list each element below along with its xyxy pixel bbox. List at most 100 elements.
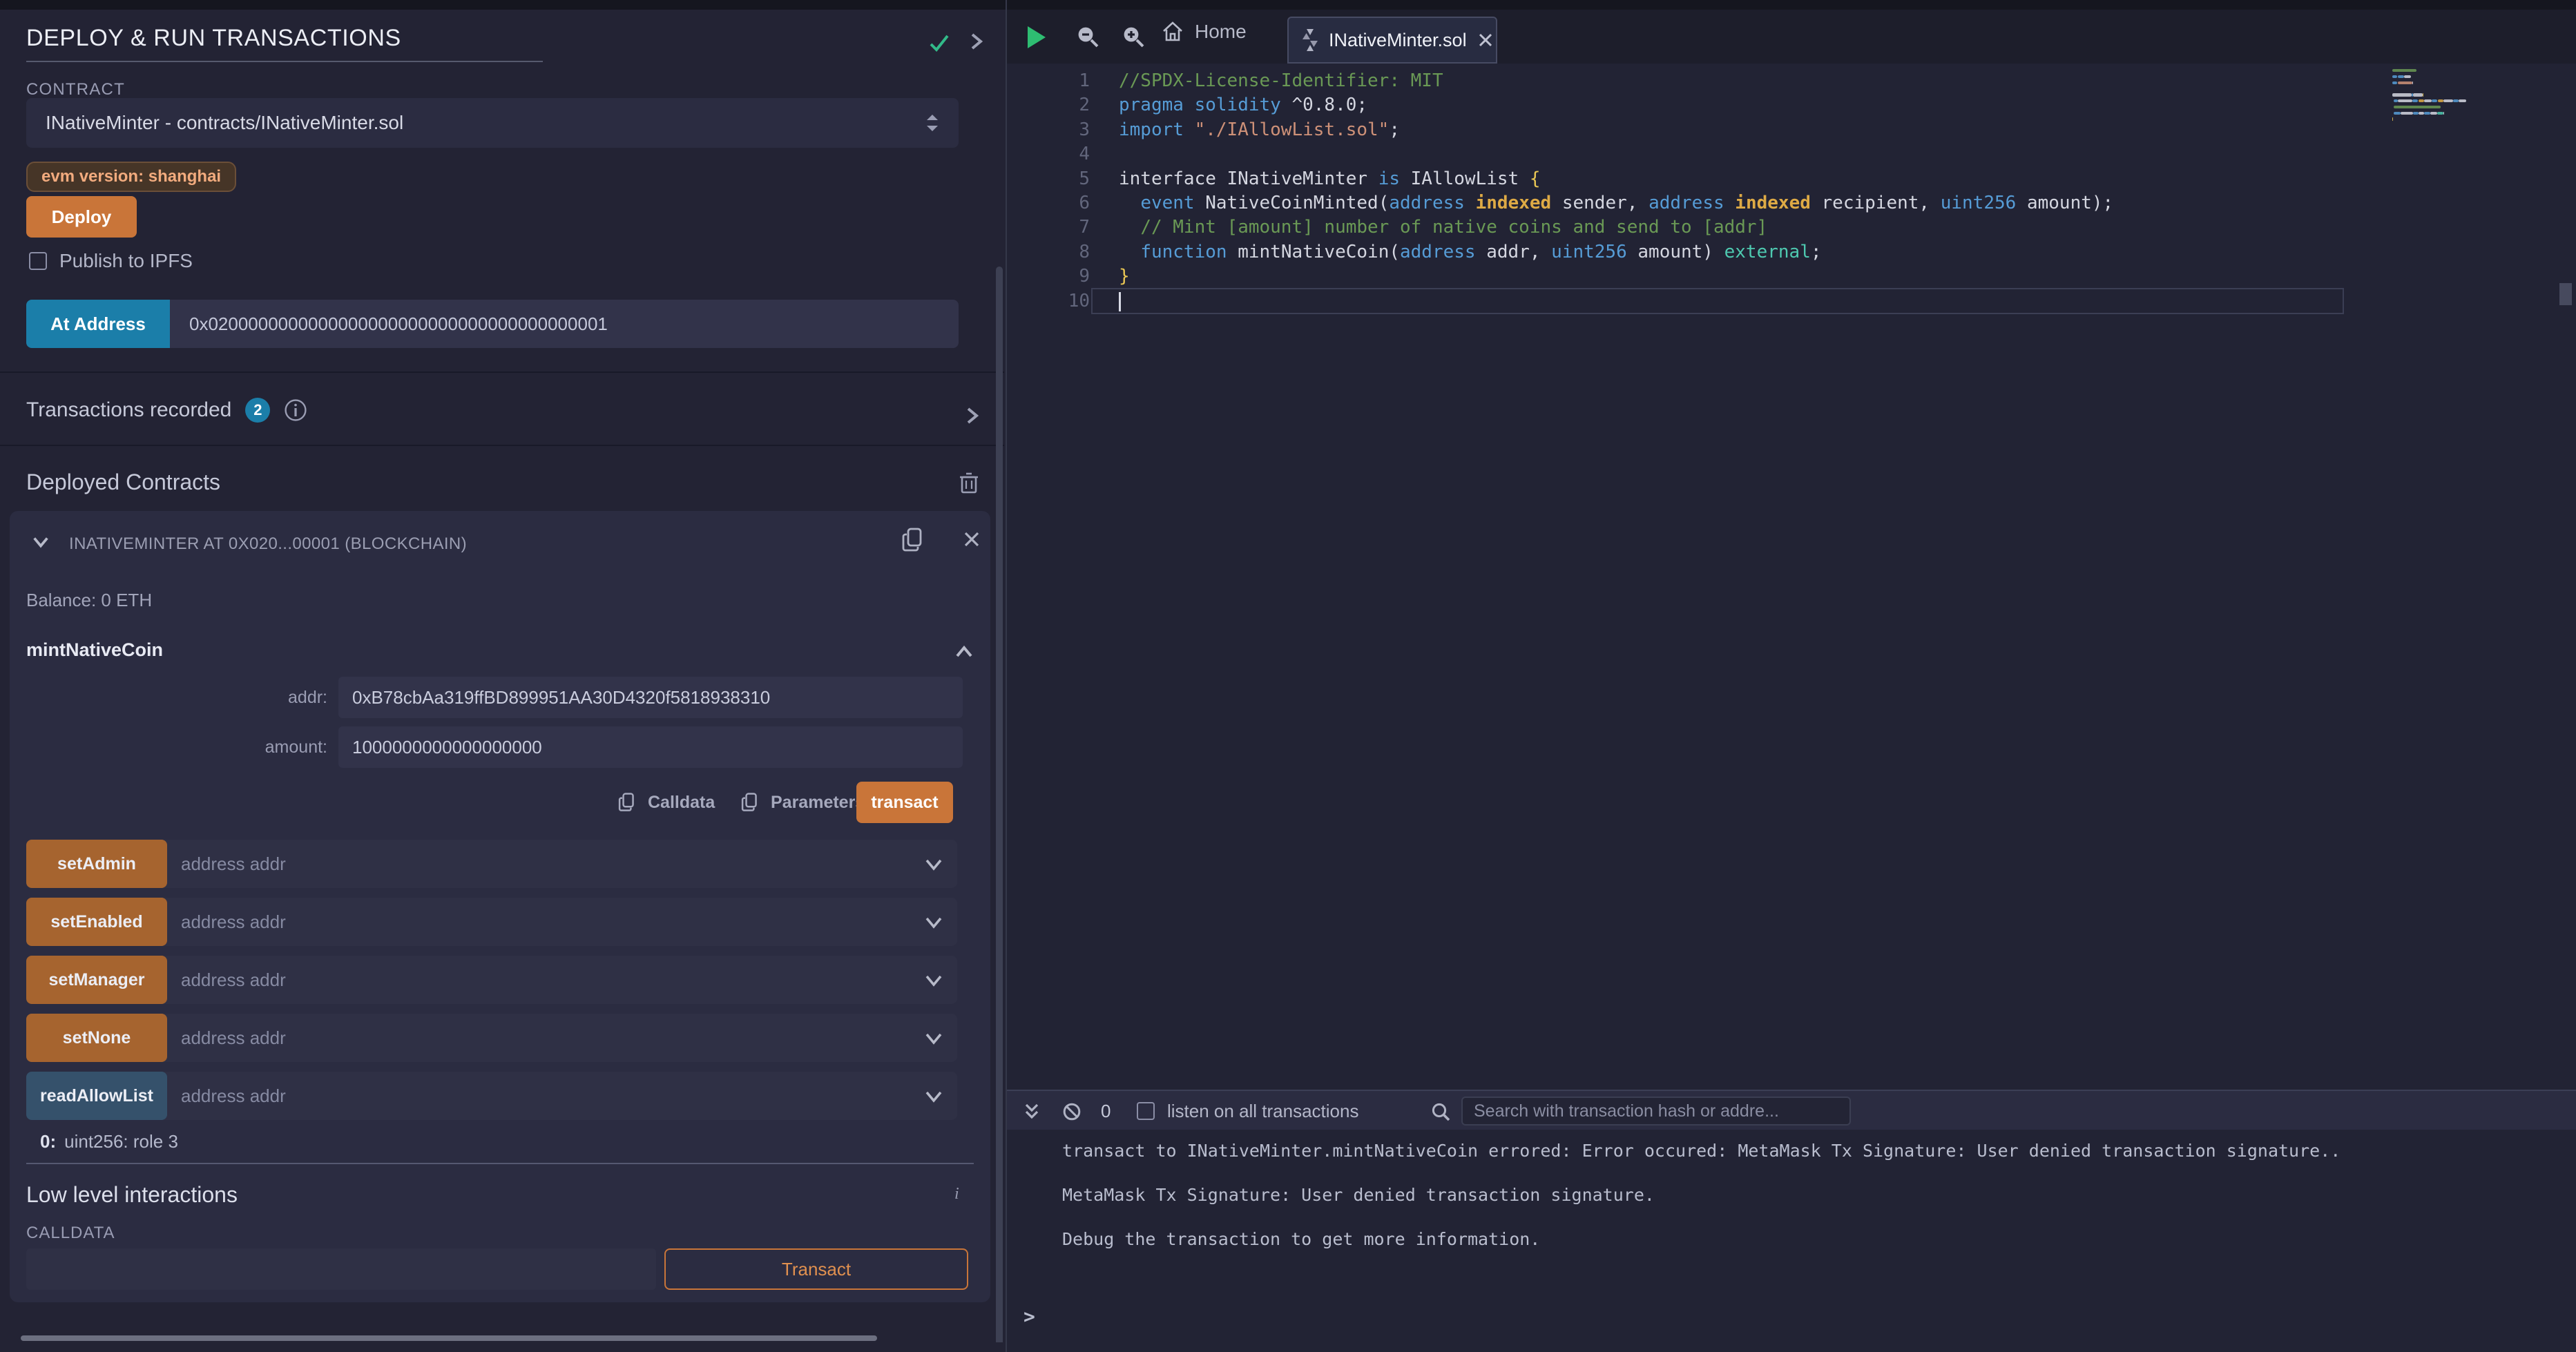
copy-address-icon[interactable] bbox=[901, 526, 925, 554]
function-setAdmin-button[interactable]: setAdmin bbox=[26, 840, 167, 888]
addr-field-input[interactable] bbox=[338, 677, 963, 718]
function-row: setEnabled bbox=[26, 898, 957, 946]
evm-version-badge: evm version: shanghai bbox=[26, 162, 236, 192]
code-line-3: import "./IAllowList.sol"; bbox=[1119, 118, 1400, 142]
minimap-segment bbox=[2392, 69, 2416, 72]
call-result: 0:uint256: role 3 bbox=[40, 1131, 178, 1152]
terminal-line: MetaMask Tx Signature: User denied trans… bbox=[1062, 1185, 1655, 1205]
minimap-segment bbox=[2419, 99, 2424, 102]
editor-tabbar: Home INativeMinter.sol bbox=[1007, 10, 2576, 64]
amount-field-input[interactable] bbox=[338, 726, 963, 768]
minimap-segment bbox=[2432, 99, 2437, 102]
contract-select-value: INativeMinter - contracts/INativeMinter.… bbox=[46, 112, 403, 134]
current-line-highlight bbox=[1091, 288, 2344, 314]
terminal-collapse-double-chevron-icon[interactable] bbox=[1022, 1102, 1041, 1121]
tab-close-icon[interactable] bbox=[1478, 32, 1493, 48]
terminal-line: transact to INativeMinter.mintNativeCoin… bbox=[1062, 1141, 2340, 1161]
minimap-segment bbox=[2459, 99, 2466, 102]
zoom-out-icon[interactable] bbox=[1076, 25, 1099, 48]
line-number: 9 bbox=[1035, 264, 1090, 289]
search-icon bbox=[1431, 1102, 1450, 1121]
function-readAllowList-button[interactable]: readAllowList bbox=[26, 1072, 167, 1120]
calldata-link-label: Calldata bbox=[648, 793, 715, 813]
tab-file-label: INativeMinter.sol bbox=[1329, 30, 1467, 51]
instance-collapse-chevron-down-icon[interactable] bbox=[32, 533, 50, 551]
minimap-segment bbox=[2424, 99, 2431, 102]
publish-ipfs-checkbox[interactable] bbox=[29, 252, 47, 270]
remix-ide-window: DEPLOY & RUN TRANSACTIONS CONTRACT INati… bbox=[0, 0, 2576, 1352]
function-setNone-input[interactable] bbox=[164, 1014, 957, 1062]
panel-horizontal-scrollbar[interactable] bbox=[21, 1335, 877, 1341]
function-setManager-button[interactable]: setManager bbox=[26, 956, 167, 1004]
open-function-name[interactable]: mintNativeCoin bbox=[26, 639, 163, 661]
instance-close-icon[interactable] bbox=[963, 530, 981, 548]
function-expand-chevron-icon[interactable] bbox=[924, 913, 943, 932]
function-expand-chevron-icon[interactable] bbox=[924, 1087, 943, 1106]
minimap-segment bbox=[2443, 99, 2453, 102]
minimap-segment bbox=[2398, 99, 2412, 102]
card-divider bbox=[26, 1163, 974, 1164]
tab-inativeminter-sol[interactable]: INativeMinter.sol bbox=[1287, 17, 1497, 64]
contract-select[interactable]: INativeMinter - contracts/INativeMinter.… bbox=[26, 98, 959, 148]
pending-tx-count: 0 bbox=[1101, 1101, 1111, 1122]
minimap[interactable] bbox=[2392, 69, 2558, 152]
calldata-input[interactable] bbox=[26, 1248, 656, 1290]
code-line-7: // Mint [amount] number of native coins … bbox=[1119, 215, 1767, 240]
open-function-chevron-up-icon[interactable] bbox=[954, 642, 974, 661]
line-number: 3 bbox=[1035, 118, 1090, 142]
listen-all-checkbox[interactable] bbox=[1137, 1102, 1155, 1120]
line-number: 2 bbox=[1035, 93, 1090, 117]
deployed-contract-card: INATIVEMINTER AT 0X020...00001 (BLOCKCHA… bbox=[10, 511, 990, 1302]
deploy-button[interactable]: Deploy bbox=[26, 196, 137, 238]
minimap-segment bbox=[2398, 75, 2404, 78]
panel-collapse-chevron-right-icon[interactable] bbox=[967, 32, 986, 51]
line-number: 5 bbox=[1035, 167, 1090, 191]
function-setEnabled-input[interactable] bbox=[164, 898, 957, 946]
panel-vertical-scrollbar[interactable] bbox=[996, 267, 1003, 1342]
terminal-search-input[interactable] bbox=[1461, 1097, 1851, 1126]
code-line-6: event NativeCoinMinted(address indexed s… bbox=[1119, 191, 2113, 215]
trash-icon[interactable] bbox=[959, 471, 979, 494]
at-address-button[interactable]: At Address bbox=[26, 300, 170, 348]
title-underline bbox=[26, 61, 543, 62]
transactions-recorded-label: Transactions recorded bbox=[26, 398, 231, 422]
run-script-play-icon[interactable] bbox=[1028, 26, 1046, 48]
minimap-segment bbox=[2394, 112, 2400, 115]
function-row: readAllowList bbox=[26, 1072, 957, 1120]
function-expand-chevron-icon[interactable] bbox=[924, 971, 943, 990]
tab-home[interactable]: Home bbox=[1162, 21, 1247, 43]
function-setEnabled-button[interactable]: setEnabled bbox=[26, 898, 167, 946]
transactions-expand-chevron-icon[interactable] bbox=[963, 406, 982, 425]
transactions-count-badge: 2 bbox=[245, 398, 270, 423]
terminal-prompt[interactable]: > bbox=[1023, 1305, 1035, 1328]
clear-console-ban-icon[interactable] bbox=[1062, 1102, 1082, 1121]
function-expand-chevron-icon[interactable] bbox=[924, 1029, 943, 1048]
minimap-segment bbox=[2412, 81, 2413, 84]
function-setAdmin-input[interactable] bbox=[164, 840, 957, 888]
parameters-copy-link[interactable]: Parameters bbox=[740, 791, 865, 813]
transact-button[interactable]: transact bbox=[856, 782, 953, 823]
select-updown-icon bbox=[925, 113, 939, 133]
code-area[interactable]: 1//SPDX-License-Identifier: MIT2pragma s… bbox=[1007, 64, 2576, 1090]
function-action-row: Calldata Parameters transact bbox=[10, 782, 990, 823]
addr-field-label: addr: bbox=[10, 688, 327, 708]
line-number: 1 bbox=[1035, 69, 1090, 93]
line-number: 4 bbox=[1035, 142, 1090, 166]
function-expand-chevron-icon[interactable] bbox=[924, 855, 943, 874]
minimap-segment bbox=[2453, 99, 2459, 102]
section-divider bbox=[0, 445, 1004, 446]
function-setManager-input[interactable] bbox=[164, 956, 957, 1004]
calldata-copy-link[interactable]: Calldata bbox=[617, 791, 715, 813]
function-row: setAdmin bbox=[26, 840, 957, 888]
function-readAllowList-input[interactable] bbox=[164, 1072, 957, 1120]
zoom-in-icon[interactable] bbox=[1122, 25, 1145, 48]
minimap-segment bbox=[2394, 106, 2440, 108]
contract-label: CONTRACT bbox=[26, 80, 125, 99]
terminal-line: Debug the transaction to get more inform… bbox=[1062, 1229, 1540, 1249]
function-setNone-button[interactable]: setNone bbox=[26, 1014, 167, 1062]
editor-scrollbar-thumb[interactable] bbox=[2559, 283, 2572, 305]
at-address-input[interactable] bbox=[170, 300, 959, 348]
minimap-segment bbox=[2392, 117, 2393, 120]
low-level-transact-button[interactable]: Transact bbox=[664, 1248, 968, 1290]
publish-ipfs-row: Publish to IPFS bbox=[29, 250, 193, 272]
